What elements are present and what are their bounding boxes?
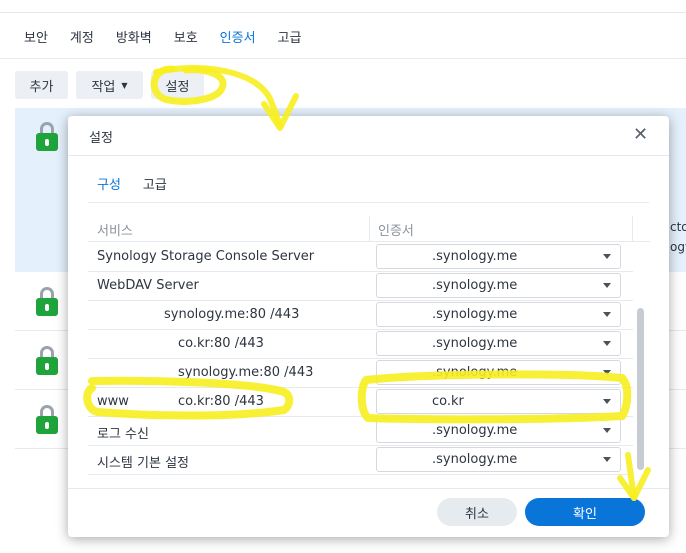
ok-button-label: 확인 [573,506,597,522]
column-separator [369,216,370,242]
tab-account[interactable]: 계정 [70,30,94,48]
service-name: 로그 수신 [97,427,149,442]
dialog-header-divider [68,155,669,156]
dialog-tabs-divider [88,202,649,203]
tab-firewall[interactable]: 방화벽 [116,30,152,48]
service-name: co.kr:80 /443 [178,336,264,351]
certificate-select[interactable]: .synology.me [376,244,621,269]
certificate-select[interactable]: .synology.me [376,302,621,327]
certificate-value: .synology.me [432,365,518,380]
column-header-service: 서비스 [97,224,133,239]
service-name: Synology Storage Console Server [97,249,315,264]
dropdown-arrow-icon [603,399,611,404]
service-name: WebDAV Server [97,278,199,293]
settings-button-label: 설정 [165,79,190,95]
certificate-select[interactable]: .synology.me [376,273,621,298]
certificate-select[interactable]: .synology.me [376,447,621,472]
table-row: co.kr:80 /443 .synology.me [88,330,633,359]
table-row: synology.me:80 /443 .synology.me [88,301,633,330]
certificate-value: .synology.me [432,452,518,467]
top-divider [0,12,686,13]
scrollbar[interactable] [637,308,644,470]
lock-icon [36,405,58,435]
column-separator [632,216,633,242]
table-row: 시스템 기본 설정 .synology.me [88,446,633,475]
certificate-select[interactable]: .synology.me [376,331,621,356]
settings-dialog: 설정 ✕ 구성 고급 서비스 인증서 Synology Storage Cons… [68,116,669,537]
service-name: synology.me:80 /443 [178,365,314,380]
truncated-text: ogy [670,240,686,254]
settings-button[interactable]: 설정 [151,71,204,99]
main-tabs: 보안 계정 방화벽 보호 인증서 고급 [24,30,323,48]
table-row: www co.kr:80 /443 co.kr [88,388,633,417]
action-button-label: 작업 [91,79,116,95]
certificate-select[interactable]: co.kr [376,389,621,414]
certificate-select[interactable]: .synology.me [376,418,621,443]
dropdown-arrow-icon [603,428,611,433]
ok-button[interactable]: 확인 [525,498,645,526]
toolbar: 추가 작업 ▼ 설정 [15,71,212,99]
dialog-footer-divider [68,488,669,489]
service-name: 시스템 기본 설정 [97,456,189,471]
service-name: www [97,394,129,409]
add-button-label: 추가 [29,79,54,95]
table-row: 로그 수신 .synology.me [88,417,633,446]
cancel-button-label: 취소 [465,506,489,522]
column-header-certificate: 인증서 [378,224,414,239]
certificate-value: .synology.me [432,423,518,438]
certificate-select[interactable]: .synology.me [376,360,621,385]
certificate-value: .synology.me [432,249,518,264]
close-icon[interactable]: ✕ [633,124,648,145]
table-row: Synology Storage Console Server .synolog… [88,243,633,272]
truncated-text: cto [670,220,686,234]
tab-certificate[interactable]: 인증서 [220,30,256,48]
lock-icon [36,346,58,376]
certificate-value: co.kr [432,394,464,409]
service-name: synology.me:80 /443 [164,307,300,322]
dropdown-arrow-icon [603,341,611,346]
certificate-value: .synology.me [432,336,518,351]
add-button[interactable]: 추가 [15,71,68,99]
dropdown-arrow-icon [603,254,611,259]
certificate-value: .synology.me [432,278,518,293]
tabs-divider [0,58,686,59]
dropdown-arrow-icon [603,457,611,462]
tab-advanced[interactable]: 고급 [278,30,302,48]
action-button[interactable]: 작업 ▼ [76,71,143,99]
service-domain: co.kr:80 /443 [178,394,264,409]
table-row: synology.me:80 /443 .synology.me [88,359,633,388]
lock-icon [36,122,58,152]
dropdown-arrow-icon [603,312,611,317]
tab-dialog-advanced[interactable]: 고급 [143,174,167,193]
tab-configuration[interactable]: 구성 [97,174,121,193]
certificate-value: .synology.me [432,307,518,322]
dialog-tabs: 구성 고급 [97,174,189,193]
caret-down-icon: ▼ [121,80,128,90]
lock-icon [36,287,58,317]
table-header: 서비스 인증서 [88,216,650,242]
tab-protection[interactable]: 보호 [174,30,198,48]
cancel-button[interactable]: 취소 [437,498,517,526]
table-row: WebDAV Server .synology.me [88,272,633,301]
dropdown-arrow-icon [603,370,611,375]
dialog-title: 설정 [89,131,113,146]
dropdown-arrow-icon [603,283,611,288]
tab-security[interactable]: 보안 [24,30,48,48]
